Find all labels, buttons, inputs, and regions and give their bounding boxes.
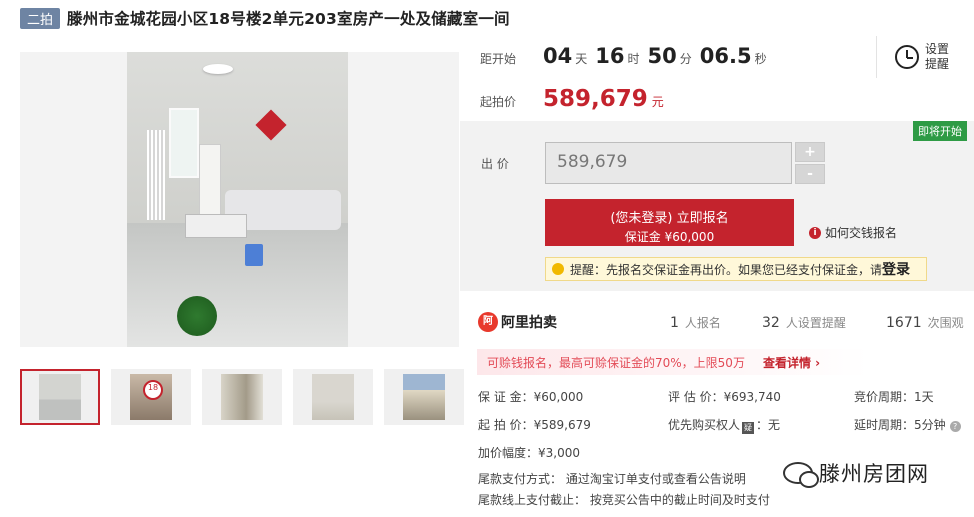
main-photo-viewer[interactable]	[20, 52, 459, 347]
title-row: 二拍 滕州市金城花园小区18号楼2单元203室房产一处及储藏室一间	[20, 7, 510, 29]
credit-banner-text: 可赊钱报名，最高可赊保证金的70%，上限50万	[487, 355, 745, 370]
decrease-bid-button[interactable]: -	[795, 164, 825, 184]
how-to-pay-label: 如何交钱报名	[825, 226, 898, 240]
how-to-pay-link[interactable]: i 如何交钱报名	[809, 224, 897, 241]
countdown-hours: 16	[595, 44, 625, 68]
bid-panel: 即将开始 出 价 589,679 + - (您未登录) 立即报名 保证金 ¥60…	[460, 121, 974, 291]
thumbnail-5[interactable]	[384, 369, 464, 425]
tip-text: 提醒：先报名交保证金再出价。如果您已经支付保证金，请	[570, 262, 883, 277]
countdown-minutes: 50	[647, 44, 677, 68]
thumbnail-1[interactable]	[20, 369, 100, 425]
set-reminder-button[interactable]: 设置提醒	[876, 36, 953, 78]
alibaba-auction-logo-icon: 阿	[478, 312, 498, 332]
auction-round-badge: 二拍	[20, 7, 61, 29]
watermark: 滕州房团网	[783, 458, 929, 488]
view-details-link[interactable]: 查看详情 ›	[763, 354, 820, 371]
credit-banner: 可赊钱报名，最高可赊保证金的70%，上限50万 查看详情 ›	[477, 349, 966, 375]
starting-price: 起 拍 价：¥589,679	[478, 418, 591, 432]
countdown: 距开始 04 天 16 时 50 分 06.5 秒	[480, 44, 767, 68]
brand-name: 阿里拍卖	[501, 315, 557, 331]
status-badge: 即将开始	[913, 121, 967, 141]
countdown-days: 04	[543, 44, 573, 68]
final-payment-method: 尾款支付方式： 通过淘宝订单支付或查看公告说明	[478, 472, 746, 486]
thumbnail-2[interactable]	[111, 369, 191, 425]
start-price-value: 589,679	[543, 86, 648, 112]
reminder-label: 设置提醒	[925, 42, 950, 71]
stat-reminders: 32 人设置提醒	[762, 315, 846, 331]
info-icon: i	[809, 226, 821, 239]
bid-stepper: + -	[795, 142, 825, 186]
signup-deposit-label: 保证金 ¥60,000	[624, 230, 715, 244]
login-link[interactable]: 登录	[882, 259, 910, 279]
signup-button-label: (您未登录) 立即报名	[610, 211, 729, 226]
bid-increment: 加价幅度：¥3,000	[478, 446, 580, 460]
start-price-label: 起拍价	[480, 95, 517, 109]
lightbulb-icon	[552, 263, 564, 275]
priority-buyer: 优先购买权人疑：无	[668, 418, 781, 434]
increase-bid-button[interactable]: +	[795, 142, 825, 162]
bid-label: 出 价	[481, 157, 509, 171]
wechat-icon	[783, 462, 819, 488]
start-price-unit: 元	[651, 95, 664, 109]
countdown-label: 距开始	[480, 52, 517, 66]
appraisal-price: 评 估 价：¥693,740	[668, 390, 781, 404]
countdown-seconds: 06.5	[699, 44, 752, 68]
help-icon[interactable]: ?	[949, 421, 961, 432]
main-photo	[127, 52, 348, 347]
watermark-text: 滕州房团网	[819, 462, 929, 486]
thumbnail-4[interactable]	[293, 369, 373, 425]
signup-button[interactable]: (您未登录) 立即报名 保证金 ¥60,000	[545, 199, 794, 246]
priority-info-icon[interactable]: 疑	[742, 422, 755, 434]
login-tip: 提醒：先报名交保证金再出价。如果您已经支付保证金，请 登录	[545, 257, 927, 281]
page-title: 滕州市金城花园小区18号楼2单元203室房产一处及储藏室一间	[67, 10, 510, 28]
brand-row: 阿 阿里拍卖 1 人报名 32 人设置提醒 1671 次围观	[478, 312, 968, 332]
thumbnail-3[interactable]	[202, 369, 282, 425]
deposit: 保 证 金：¥60,000	[478, 390, 584, 404]
start-price: 起拍价 589,679 元	[480, 86, 664, 112]
stat-signups: 1 人报名	[670, 315, 721, 331]
alarm-clock-icon	[895, 45, 919, 69]
stat-views: 1671 次围观	[886, 315, 964, 331]
bid-amount-input[interactable]: 589,679	[545, 142, 792, 184]
final-payment-deadline: 尾款线上支付截止： 按竞买公告中的截止时间及时支付	[478, 493, 770, 507]
thumbnail-strip	[20, 369, 464, 425]
bid-period: 竞价周期：1天	[854, 390, 934, 404]
delay-period: 延时周期：5分钟?	[854, 416, 961, 433]
